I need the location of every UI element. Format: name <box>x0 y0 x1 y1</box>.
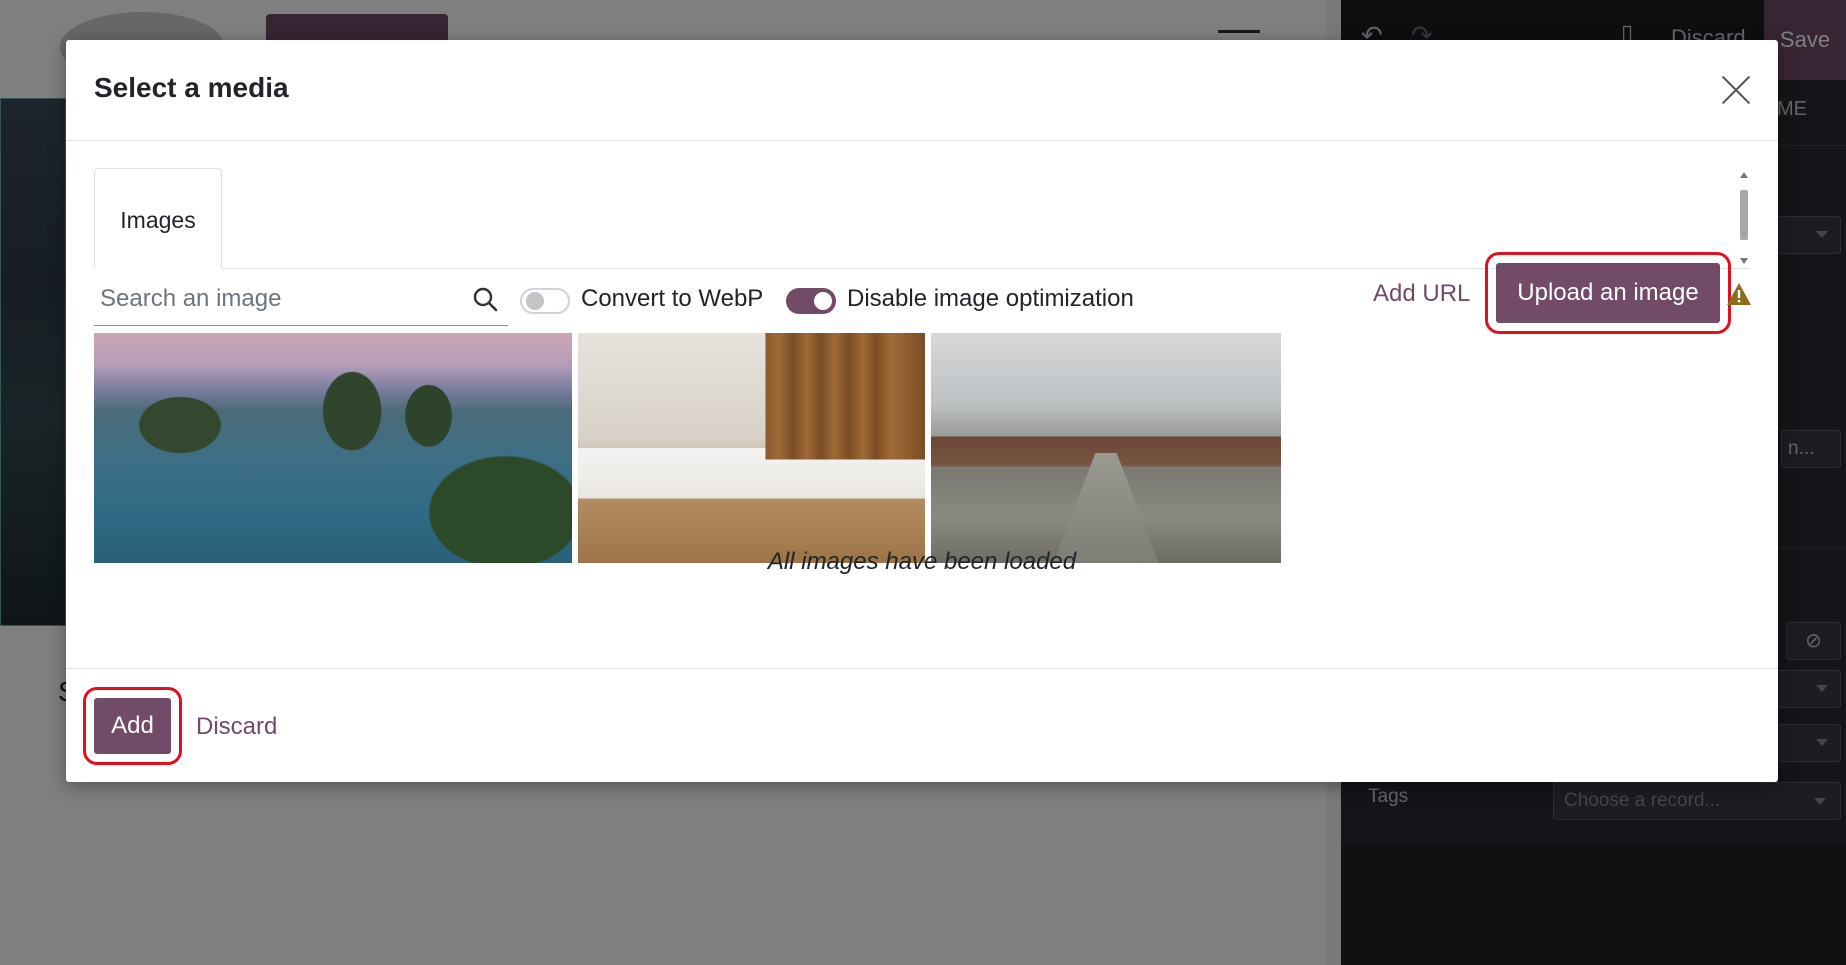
image-search <box>94 274 508 326</box>
add-button[interactable]: Add <box>83 687 182 765</box>
image-thumbnail-bay[interactable] <box>94 333 572 563</box>
discard-button[interactable]: Discard <box>196 713 277 741</box>
convert-webp-toggle[interactable] <box>520 288 570 314</box>
disable-optimization-toggle[interactable] <box>786 288 836 314</box>
upload-image-button[interactable]: Upload an image <box>1485 252 1731 334</box>
disable-optimization-label: Disable image optimization <box>847 285 1134 312</box>
scroll-up-arrow-icon[interactable] <box>1740 172 1748 178</box>
image-thumbnail-hotel-room[interactable] <box>578 333 925 563</box>
dialog-footer: Add Discard <box>66 668 1778 782</box>
tab-images[interactable]: Images <box>94 168 222 269</box>
select-media-dialog: Select a media Images Convert to WebP Di… <box>66 40 1778 782</box>
media-tabs: Images <box>94 168 1750 269</box>
search-input[interactable] <box>100 284 450 314</box>
add-url-link[interactable]: Add URL <box>1373 280 1470 308</box>
all-loaded-message: All images have been loaded <box>767 548 1077 575</box>
scroll-down-arrow-icon[interactable] <box>1740 258 1748 264</box>
warning-icon <box>1727 283 1751 305</box>
tabs-scrollbar[interactable] <box>1738 170 1750 268</box>
scrollbar-thumb[interactable] <box>1740 190 1748 240</box>
convert-webp-label: Convert to WebP <box>581 285 764 312</box>
close-icon[interactable] <box>1720 74 1752 106</box>
image-thumbnail-citadel[interactable] <box>931 333 1281 563</box>
search-icon[interactable] <box>472 286 498 312</box>
dialog-title: Select a media <box>94 72 289 103</box>
dialog-header: Select a media <box>66 40 1778 141</box>
